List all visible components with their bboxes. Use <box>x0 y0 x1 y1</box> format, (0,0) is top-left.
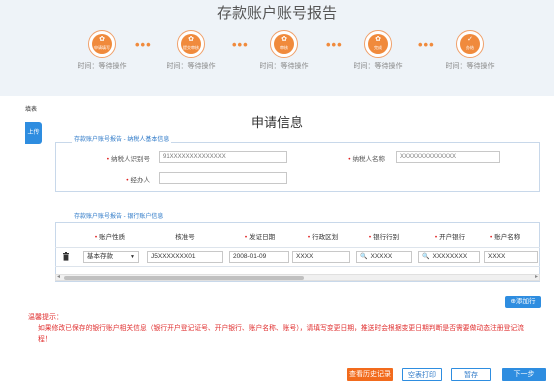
step-done: ✿ 完成 时间：等待操作 <box>348 30 408 72</box>
grid-line <box>55 247 540 248</box>
step-caption: 时间：等待操作 <box>445 63 495 70</box>
step-circle: ✓ 办结 <box>456 30 484 58</box>
step-circle: ✿ 审核 <box>270 30 298 58</box>
step-review: ✿ 审核 时间：等待操作 <box>254 30 314 72</box>
clover-icon: ✿ <box>99 36 105 43</box>
save-draft-button[interactable]: 暂存 <box>451 368 491 381</box>
step-caption: 时间：等待操作 <box>353 63 403 70</box>
dots-connector: ••• <box>418 37 435 52</box>
section-title: 申请信息 <box>250 115 303 130</box>
agent-input[interactable] <box>159 172 287 184</box>
taxpayer-panel <box>55 142 540 192</box>
tip-title: 温馨提示： <box>28 314 63 321</box>
agent-label: • 经办人 <box>126 177 150 184</box>
step-submit: ✿ 提交审核 时间：等待操作 <box>161 30 221 72</box>
taxpayer-name-label: • 纳税人名称 <box>348 156 385 163</box>
scroll-thumb[interactable] <box>64 276 304 280</box>
taxpayer-id-label: • 纳税人识别号 <box>106 156 150 163</box>
next-step-button[interactable]: 下一步 <box>502 368 546 381</box>
step-circle: ✿ 申请填写 <box>88 30 116 58</box>
taxpayer-legend: 存款账户账号报告 - 纳税人基本信息 <box>72 134 172 143</box>
clover-icon: ✿ <box>188 36 194 43</box>
col-header-region: • 行政区划 <box>307 234 339 241</box>
col-header-bank-type: • 银行行别 <box>368 234 400 241</box>
step-caption: 时间：等待操作 <box>166 63 216 70</box>
blank-print-button[interactable]: 空表打印 <box>402 368 442 381</box>
add-row-button[interactable]: ⊕添加行 <box>505 296 541 308</box>
check-icon: ✓ <box>467 36 473 43</box>
taxpayer-id-input[interactable]: 91XXXXXXXXXXXXXX <box>159 151 287 163</box>
bank-legend: 存款账户账号报告 - 银行账户信息 <box>72 211 166 220</box>
step-caption: 时间：等待操作 <box>259 63 309 70</box>
horizontal-scrollbar[interactable]: ◂ ▸ <box>55 274 540 281</box>
col-header-nature: • 账户性质 <box>94 234 126 241</box>
step-circle: ✿ 提交审核 <box>177 30 205 58</box>
col-header-approval: 核准号 <box>175 234 195 241</box>
scroll-left-icon[interactable]: ◂ <box>57 274 60 281</box>
search-icon: 🔍 <box>360 254 368 260</box>
dots-connector: ••• <box>232 37 249 52</box>
view-history-button[interactable]: 查看历史记录 <box>347 368 393 381</box>
search-icon: 🔍 <box>422 254 430 260</box>
open-bank-input[interactable]: 🔍 XXXXXXXX <box>418 251 480 263</box>
step-apply: ✿ 申请填写 时间：等待操作 <box>72 30 132 72</box>
clover-icon: ✿ <box>281 36 287 43</box>
region-input[interactable]: XXXX <box>292 251 350 263</box>
taxpayer-name-input[interactable]: XXXXXXXXXXXXXX <box>396 151 500 163</box>
col-header-date: • 发证日期 <box>244 234 276 241</box>
dots-connector: ••• <box>135 37 152 52</box>
dots-connector: ••• <box>326 37 343 52</box>
grid-line <box>55 266 540 267</box>
step-finish: ✓ 办结 时间：等待操作 <box>440 30 500 72</box>
account-nature-select[interactable]: 基本存款 ▼ <box>83 251 139 263</box>
issue-date-input[interactable]: 2008-01-09 <box>229 251 289 263</box>
account-name-input[interactable]: XXXX <box>484 251 538 263</box>
scroll-right-icon[interactable]: ▸ <box>535 274 538 281</box>
step-circle: ✿ 完成 <box>364 30 392 58</box>
tip-body: 如果修改已保存的银行账户相关信息（银行开户登记证号、开户银行、账户名称、账号），… <box>38 325 524 343</box>
approval-input[interactable]: J5XXXXXXX01 <box>147 251 223 263</box>
caret-down-icon: ▼ <box>130 254 135 260</box>
col-header-open-bank: • 开户银行 <box>434 234 466 241</box>
step-caption: 时间：等待操作 <box>77 63 127 70</box>
bank-type-input[interactable]: 🔍 XXXXX <box>356 251 412 263</box>
page-title: 存款账户账号报告 <box>216 5 337 22</box>
clover-icon: ✿ <box>375 36 381 43</box>
trash-icon[interactable] <box>62 252 70 261</box>
col-header-account-name: • 账户名称 <box>490 234 521 241</box>
